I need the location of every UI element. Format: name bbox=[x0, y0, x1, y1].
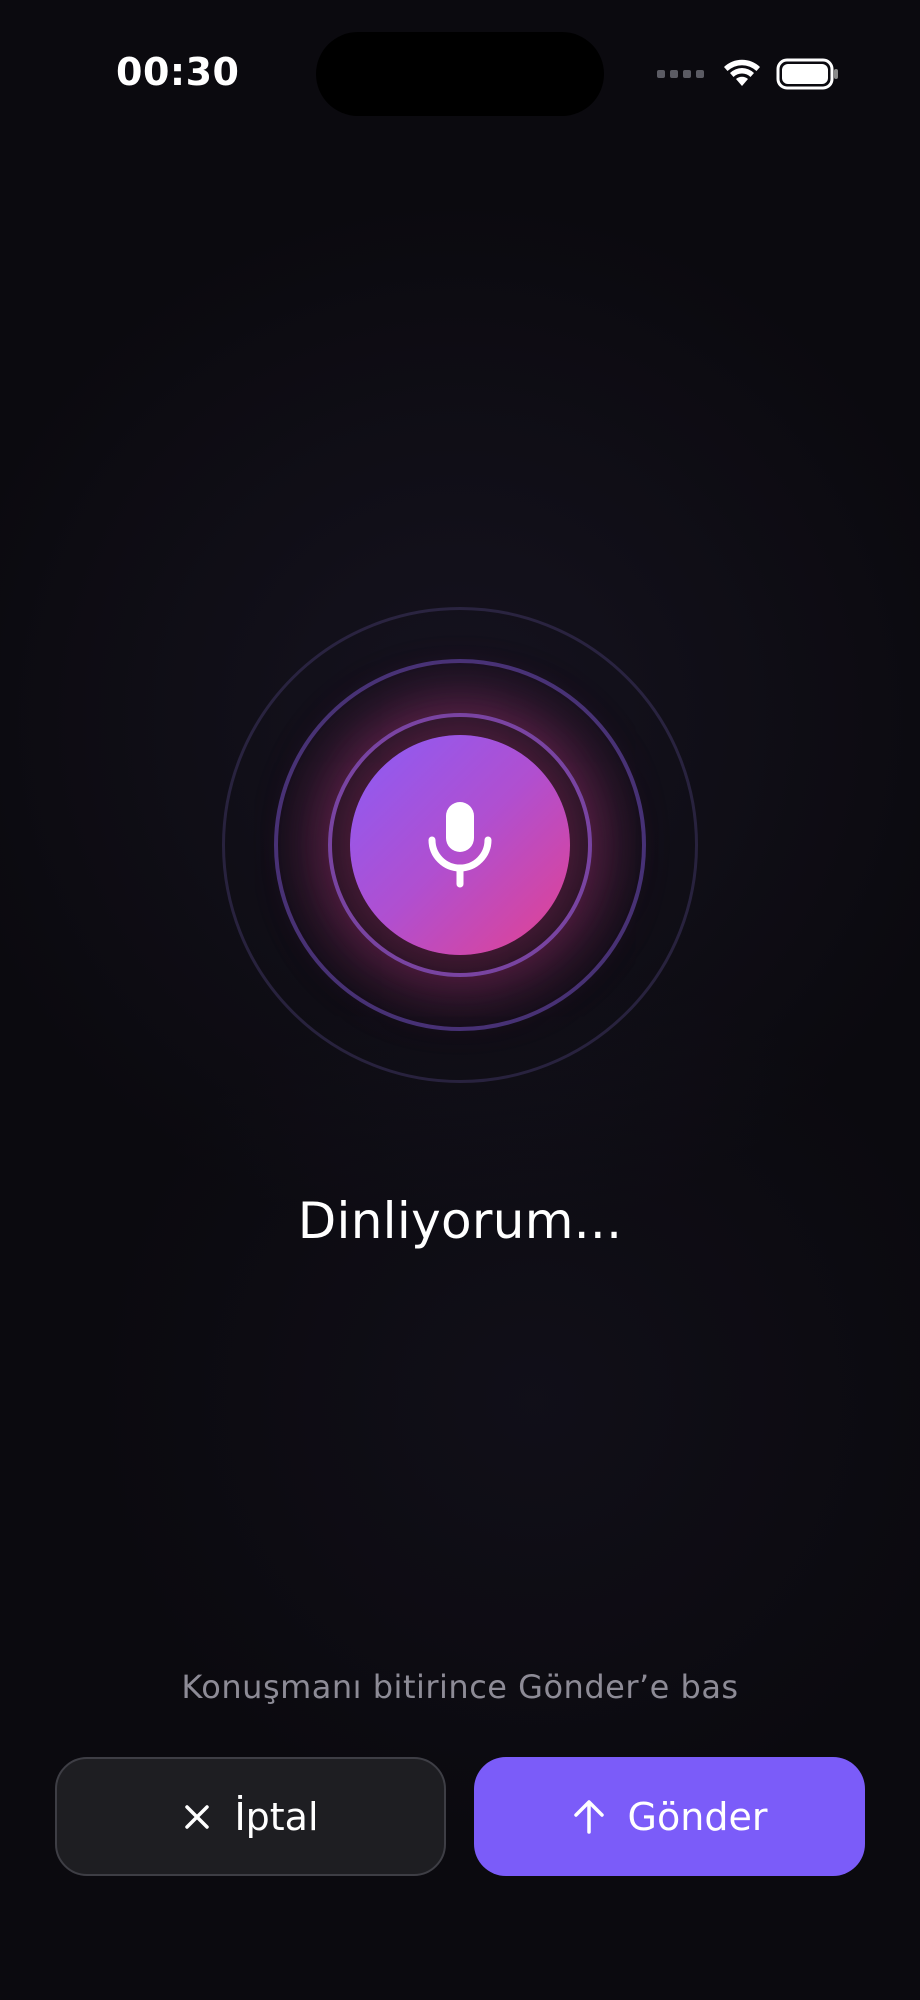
send-button[interactable]: Gönder bbox=[474, 1757, 865, 1876]
dynamic-island bbox=[316, 32, 604, 116]
cellular-signal-icon bbox=[657, 70, 704, 78]
microphone-icon bbox=[428, 802, 492, 888]
audio-waveform bbox=[355, 1310, 565, 1418]
mic-button[interactable] bbox=[350, 735, 570, 955]
status-icons bbox=[657, 56, 840, 92]
status-time: 00:30 bbox=[116, 50, 240, 94]
voice-input-screen: 00:30 Dinliyorum... Konuşmanı bitirince … bbox=[0, 0, 920, 2000]
send-button-label: Gönder bbox=[627, 1794, 768, 1839]
wifi-icon bbox=[724, 59, 760, 86]
mic-area bbox=[220, 605, 700, 1085]
battery-icon bbox=[776, 58, 838, 90]
cancel-button-label: İptal bbox=[234, 1794, 319, 1839]
close-icon bbox=[182, 1802, 212, 1832]
hint-text: Konuşmanı bitirince Gönder’e bas bbox=[181, 1668, 739, 1706]
listening-title: Dinliyorum... bbox=[297, 1192, 623, 1250]
arrow-up-icon bbox=[572, 1799, 606, 1835]
cancel-button[interactable]: İptal bbox=[55, 1757, 446, 1876]
